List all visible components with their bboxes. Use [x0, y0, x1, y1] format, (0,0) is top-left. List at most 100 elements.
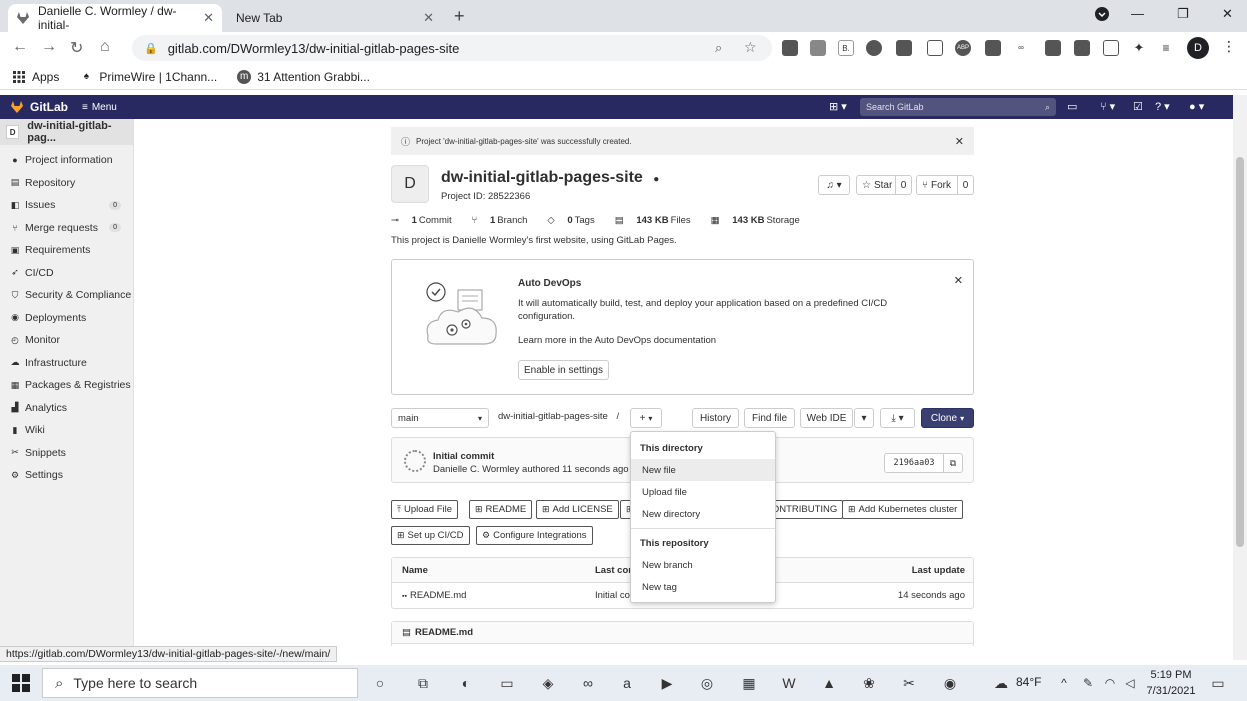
- extension-icon[interactable]: [927, 40, 943, 56]
- reload-icon[interactable]: ↻: [70, 38, 83, 58]
- web-ide-dropdown-button[interactable]: ▾: [854, 408, 874, 428]
- tab-gitlab[interactable]: Danielle C. Wormley / dw-initial- ✕: [8, 4, 222, 32]
- back-arrow-icon[interactable]: ←: [12, 38, 28, 56]
- menu-item-new-branch[interactable]: New branch: [631, 554, 775, 576]
- notifications-icon[interactable]: ▭: [1208, 673, 1228, 693]
- sidebar-item-ci-cd[interactable]: ➶ CI/CD: [0, 262, 133, 285]
- user-avatar-icon[interactable]: ● ▾: [1189, 100, 1204, 113]
- clone-button[interactable]: Clone ▾: [921, 408, 974, 428]
- extension-icon[interactable]: [985, 40, 1001, 56]
- history-button[interactable]: History: [692, 408, 739, 428]
- close-window-icon[interactable]: ✕: [1222, 6, 1233, 22]
- chevron-up-icon[interactable]: ^: [1054, 673, 1074, 693]
- extension-icon[interactable]: [866, 40, 882, 56]
- taskbar-clock[interactable]: 5:19 PM 7/31/2021: [1144, 667, 1198, 699]
- sidebar-item-issues[interactable]: ◧ Issues 0: [0, 194, 133, 217]
- readme-button[interactable]: ⊞ README: [469, 500, 533, 519]
- stat-commits[interactable]: ⊸ 1 Commit: [391, 215, 462, 226]
- add-to-tree-button[interactable]: + ▾: [630, 408, 662, 428]
- readme-title[interactable]: README.md: [415, 627, 473, 638]
- weather-temperature[interactable]: 84°F: [1016, 675, 1041, 689]
- chrome-icon[interactable]: ◎: [697, 673, 717, 693]
- extension-infinity-icon[interactable]: ∞: [1013, 40, 1029, 56]
- upload-file-button[interactable]: ⤒ Upload File: [391, 500, 459, 519]
- infinity-app-icon[interactable]: ∞: [578, 673, 598, 693]
- bookmark-apps[interactable]: Apps: [12, 70, 59, 84]
- devops-learn-more[interactable]: Learn more in the Auto DevOps documentat…: [518, 335, 716, 346]
- teams-icon[interactable]: ▦: [739, 673, 759, 693]
- app-icon[interactable]: ◉: [940, 673, 960, 693]
- tab-new-tab[interactable]: New Tab ✕: [228, 4, 442, 32]
- profile-dropdown-icon[interactable]: [1094, 6, 1110, 25]
- sidebar-item-snippets[interactable]: ✂ Snippets: [0, 442, 133, 465]
- scrollbar-thumb[interactable]: [1236, 157, 1244, 547]
- star-button[interactable]: ☆ Star 0: [856, 175, 912, 195]
- menu-item-new-file[interactable]: New file: [631, 459, 775, 481]
- volume-icon[interactable]: ◁: [1120, 673, 1140, 693]
- snip-icon[interactable]: ✂: [899, 673, 919, 693]
- stat-files[interactable]: ▤ 143 KB Files: [615, 215, 701, 226]
- extension-icon[interactable]: [782, 40, 798, 56]
- home-icon[interactable]: ⌂: [100, 38, 110, 56]
- windows-start-icon[interactable]: [12, 674, 30, 692]
- main-menu-button[interactable]: ≡ Menu: [82, 102, 117, 113]
- minimize-icon[interactable]: —: [1131, 6, 1144, 21]
- sidebar-item-deployments[interactable]: ◉ Deployments: [0, 307, 133, 330]
- sidebar-item-repository[interactable]: ▤ Repository: [0, 172, 133, 195]
- extension-icon[interactable]: [1045, 40, 1061, 56]
- file-explorer-icon[interactable]: ▭: [497, 673, 517, 693]
- cortana-icon[interactable]: ○: [370, 673, 390, 693]
- sidebar-item-requirements[interactable]: ▣ Requirements: [0, 239, 133, 262]
- new-item-plus-icon[interactable]: ⊞ ▾: [829, 100, 847, 113]
- terminal-icon[interactable]: ▶: [657, 673, 677, 693]
- sidebar-item-infrastructure[interactable]: ☁ Infrastructure: [0, 352, 133, 375]
- todo-checkbox-icon[interactable]: ☑: [1133, 100, 1143, 113]
- web-ide-button[interactable]: Web IDE: [800, 408, 853, 428]
- close-tab-icon[interactable]: ✕: [423, 10, 434, 26]
- file-name-cell[interactable]: ▪▪ README.md: [402, 590, 466, 601]
- search-input[interactable]: Search GitLab ⌕: [860, 98, 1056, 116]
- extensions-puzzle-icon[interactable]: ✦: [1131, 40, 1147, 56]
- gitlab-logo[interactable]: GitLab: [10, 100, 68, 114]
- acrobat-icon[interactable]: ▲: [819, 673, 839, 693]
- stat-tags[interactable]: ◇ 0 Tags: [547, 215, 604, 226]
- sidebar-item-project-information[interactable]: ● Project information: [0, 149, 133, 172]
- edge-icon[interactable]: ◐: [456, 673, 476, 693]
- commit-sha[interactable]: 2196aa03: [884, 453, 944, 473]
- zoom-search-icon[interactable]: ⌕: [715, 40, 722, 56]
- download-button[interactable]: ⤓ ▾: [880, 408, 915, 428]
- app-icon[interactable]: ❀: [859, 673, 879, 693]
- sidebar-item-security[interactable]: ⛉ Security & Compliance: [0, 284, 133, 307]
- extension-mail-icon[interactable]: [1103, 40, 1119, 56]
- profile-avatar[interactable]: D: [1187, 37, 1209, 59]
- forward-arrow-icon[interactable]: →: [41, 38, 57, 56]
- sidebar-item-wiki[interactable]: ▮ Wiki: [0, 419, 133, 442]
- bookmark-attention[interactable]: m 31 Attention Grabbi...: [237, 69, 370, 84]
- kebab-menu-icon[interactable]: ⋮: [1222, 38, 1236, 55]
- extension-icon[interactable]: [896, 40, 912, 56]
- add-license-button[interactable]: ⊞ Add LICENSE: [536, 500, 619, 519]
- menu-item-upload-file[interactable]: Upload file: [631, 481, 775, 503]
- sidebar-item-merge-requests[interactable]: ⑂ Merge requests 0: [0, 217, 133, 240]
- stat-storage[interactable]: ▦ 143 KB Storage: [711, 215, 810, 226]
- commit-message[interactable]: Initial commit: [433, 451, 494, 462]
- menu-item-new-directory[interactable]: New directory: [631, 503, 775, 525]
- adblock-icon[interactable]: ABP: [955, 40, 971, 56]
- configure-integrations-button[interactable]: ⚙ Configure Integrations: [476, 526, 593, 545]
- task-view-icon[interactable]: ⧉: [413, 673, 433, 693]
- stat-branches[interactable]: ⑂ 1 Branch: [472, 215, 538, 226]
- reading-list-icon[interactable]: ≡: [1158, 40, 1174, 56]
- address-bar[interactable]: 🔒 gitlab.com/DWormley13/dw-initial-gitla…: [132, 35, 772, 61]
- sidebar-item-settings[interactable]: ⚙ Settings: [0, 464, 133, 487]
- fork-button[interactable]: ⑂ Fork 0: [916, 175, 974, 195]
- sidebar-item-analytics[interactable]: ▟ Analytics: [0, 397, 133, 420]
- close-icon[interactable]: ✕: [955, 135, 964, 148]
- close-tab-icon[interactable]: ✕: [203, 10, 214, 26]
- extension-icon[interactable]: [1074, 40, 1090, 56]
- amazon-icon[interactable]: a: [617, 673, 637, 693]
- copy-icon[interactable]: ⧉: [943, 453, 963, 473]
- vertical-scrollbar[interactable]: [1233, 95, 1247, 660]
- add-kubernetes-cluster-button[interactable]: ⊞ Add Kubernetes cluster: [842, 500, 964, 519]
- word-icon[interactable]: W: [779, 673, 799, 693]
- bookmark-primewire[interactable]: ♠ PrimeWire | 1Chann...: [79, 70, 217, 84]
